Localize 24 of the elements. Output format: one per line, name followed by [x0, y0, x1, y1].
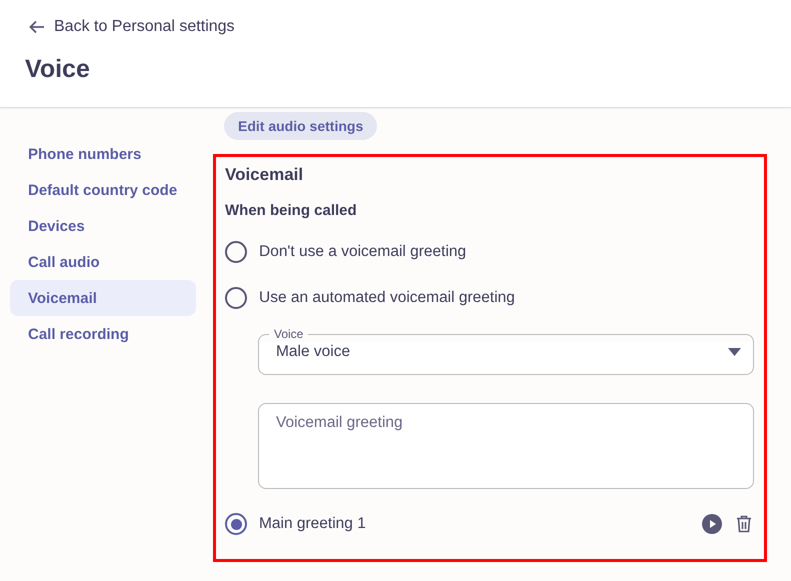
greeting-field[interactable]: Voicemail greeting — [258, 403, 754, 489]
play-icon[interactable] — [702, 514, 722, 534]
sidebar-item[interactable]: Voicemail — [10, 280, 196, 316]
edit-audio-settings-button[interactable]: Edit audio settings — [224, 112, 378, 140]
section-title: Voicemail — [225, 165, 304, 185]
radio-button[interactable] — [225, 287, 247, 309]
section-subtitle: When being called — [225, 202, 358, 219]
radio-button[interactable] — [225, 241, 247, 263]
sidebar-item[interactable]: Default country code — [10, 172, 196, 208]
field-label: Voice — [273, 327, 304, 341]
sidebar-item[interactable]: Call recording — [10, 316, 196, 352]
select-value: Male voice — [276, 343, 350, 361]
radio-button[interactable] — [225, 513, 247, 535]
sidebar-item[interactable]: Phone numbers — [10, 136, 196, 172]
trash-icon[interactable] — [734, 514, 754, 534]
radio-label[interactable]: Use an automated voicemail greeting — [259, 289, 515, 307]
back-arrow-icon — [28, 18, 46, 36]
caret-icon — [728, 348, 741, 356]
voice-select[interactable]: Voice Male voice — [258, 327, 754, 375]
radio-label[interactable]: Main greeting 1 — [259, 515, 690, 533]
radio-label[interactable]: Don't use a voicemail greeting — [259, 243, 466, 261]
sidebar-item[interactable]: Call audio — [10, 244, 196, 280]
sidebar-item[interactable]: Devices — [10, 208, 196, 244]
page-title: Voice — [25, 55, 91, 84]
